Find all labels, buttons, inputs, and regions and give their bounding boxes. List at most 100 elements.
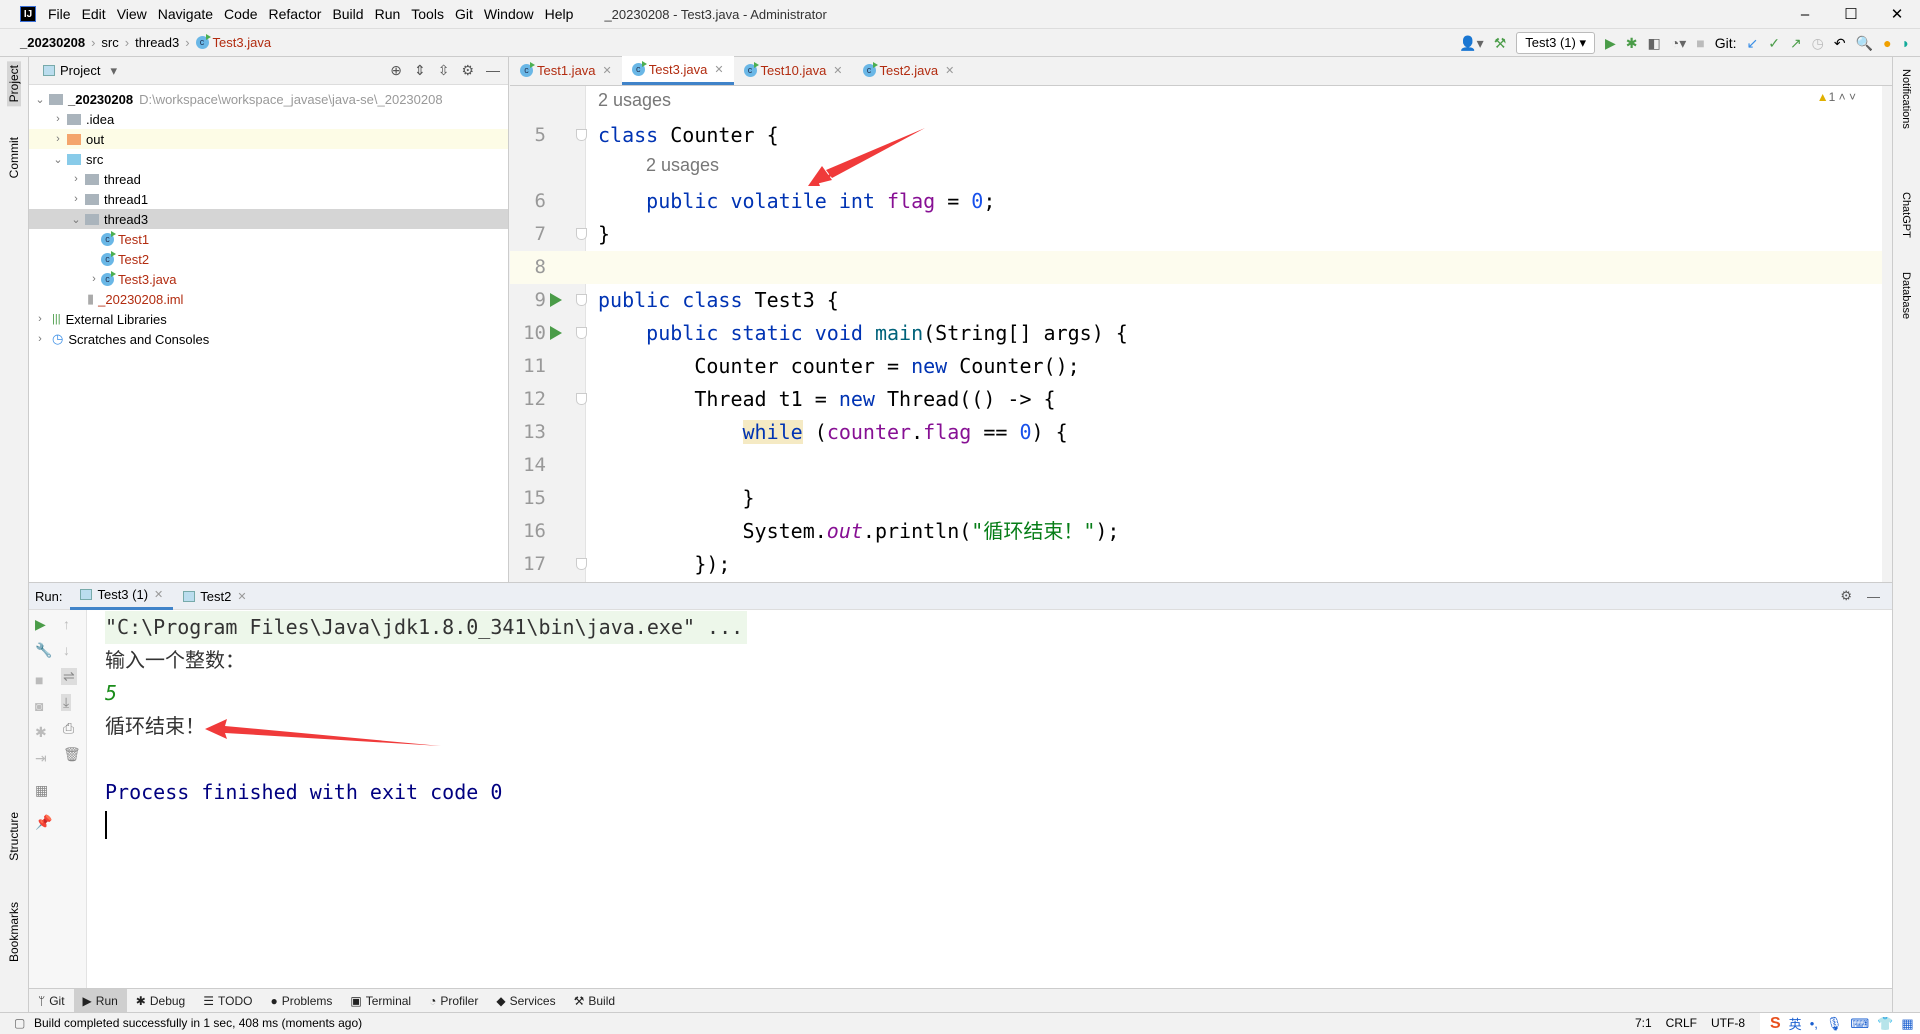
update-icon[interactable]: ●	[1883, 35, 1891, 51]
chevron-icon[interactable]: ⌄	[69, 213, 83, 226]
run-icon[interactable]: ▶	[1605, 35, 1616, 52]
menu-item-build[interactable]: Build	[332, 6, 363, 22]
coverage-icon[interactable]: ◧	[1648, 35, 1661, 52]
hide-icon[interactable]: —	[486, 62, 500, 79]
bottom-tab-run[interactable]: ▶ Run	[73, 988, 127, 1013]
menu-item-run[interactable]: Run	[375, 6, 401, 22]
tree-item[interactable]: › out	[29, 129, 508, 149]
chevron-icon[interactable]: ›	[51, 113, 65, 125]
chevron-icon[interactable]: ›	[69, 173, 83, 185]
chevron-icon[interactable]: ›	[69, 193, 83, 205]
pin-icon[interactable]: 📌	[35, 814, 52, 831]
punctuation-icon[interactable]: •,	[1810, 1016, 1818, 1031]
mic-icon[interactable]: 🎙	[1826, 1016, 1843, 1032]
chevron-icon[interactable]: ⌄	[51, 153, 65, 166]
tab-test2-java[interactable]: c Test2.java ✕	[853, 56, 965, 85]
bottom-tab-git[interactable]: ᛘ Git	[29, 989, 74, 1013]
breadcrumb-project[interactable]: _20230208	[20, 35, 85, 50]
profile-icon[interactable]: ◔▾	[1671, 35, 1686, 52]
stripe-structure[interactable]: Structure	[7, 812, 21, 861]
run-hide-icon[interactable]: —	[1867, 589, 1880, 604]
stripe-chatgpt[interactable]: ChatGPT	[1900, 192, 1912, 238]
user-icon[interactable]: 👤▾	[1459, 35, 1483, 52]
tree-item[interactable]: c Test1	[29, 229, 508, 249]
minimize-button[interactable]: –	[1782, 0, 1828, 28]
stripe-project[interactable]: Project	[7, 61, 21, 107]
close-icon[interactable]: ✕	[945, 64, 954, 77]
stripe-notifications[interactable]: Notifications	[1900, 69, 1912, 129]
git-push-icon[interactable]: ↗	[1790, 35, 1802, 52]
ime-language[interactable]: 英	[1789, 1014, 1802, 1033]
stripe-database[interactable]: Database	[1900, 272, 1912, 319]
console-caret[interactable]	[105, 811, 107, 839]
chevron-icon[interactable]: ›	[33, 313, 47, 325]
tree-item[interactable]: › c Test3.java	[29, 269, 508, 289]
menu-item-refactor[interactable]: Refactor	[269, 6, 322, 22]
menu-item-file[interactable]: File	[48, 6, 71, 22]
build-hammer-icon[interactable]: ⚒	[1494, 35, 1507, 52]
skin-icon[interactable]: 👕	[1877, 1016, 1893, 1032]
layout-icon[interactable]: ▦	[35, 782, 48, 799]
chevron-icon[interactable]: ⌄	[33, 93, 47, 106]
tab-test3-java[interactable]: c Test3.java ✕	[621, 56, 734, 85]
menu-item-code[interactable]: Code	[224, 6, 257, 22]
tree-item[interactable]: › ◷ Scratches and Consoles	[29, 329, 508, 349]
bottom-tab-services[interactable]: ◆ Services	[487, 989, 564, 1013]
line-separator[interactable]: CRLF	[1666, 1016, 1697, 1030]
tree-item[interactable]: ▮ _20230208.iml	[29, 289, 508, 309]
stripe-commit[interactable]: Commit	[7, 137, 21, 178]
menu-item-view[interactable]: View	[117, 6, 147, 22]
tree-item[interactable]: ⌄ src	[29, 149, 508, 169]
status-message[interactable]: Build completed successfully in 1 sec, 4…	[34, 1016, 362, 1030]
chevron-icon[interactable]: ›	[87, 273, 101, 285]
apps-icon[interactable]: ▦	[1901, 1016, 1913, 1032]
tab-test1-java[interactable]: c Test1.java ✕	[510, 56, 622, 85]
chevron-icon[interactable]: ›	[33, 333, 47, 345]
close-icon[interactable]: ✕	[603, 64, 612, 77]
history-icon[interactable]: ◷	[1812, 35, 1824, 52]
menu-item-git[interactable]: Git	[455, 6, 473, 22]
search-icon[interactable]: 🔍	[1856, 35, 1873, 52]
breadcrumb-file[interactable]: Test3.java	[213, 35, 272, 50]
plugin-icon[interactable]: ◗	[1902, 35, 1910, 51]
project-panel-title[interactable]: Project	[60, 63, 100, 78]
git-commit-icon[interactable]: ✓	[1768, 35, 1780, 52]
stripe-bookmarks[interactable]: Bookmarks	[7, 902, 21, 962]
bottom-tab-profiler[interactable]: ◔ Profiler	[420, 989, 487, 1013]
gear-icon[interactable]: ⚙	[461, 62, 474, 79]
code-editor[interactable]: ▲1 ˄ ˅ 2 usages 5 class Counter {2 usages…	[510, 86, 1882, 582]
menu-item-navigate[interactable]: Navigate	[158, 6, 213, 22]
locate-icon[interactable]: ⊕	[390, 62, 402, 79]
breadcrumb-src[interactable]: src	[101, 35, 118, 50]
menu-item-edit[interactable]: Edit	[82, 6, 106, 22]
run-settings-icon[interactable]: ⚙	[1840, 588, 1852, 604]
caret-position[interactable]: 7:1	[1635, 1016, 1652, 1030]
close-button[interactable]: ✕	[1874, 0, 1920, 28]
close-icon[interactable]: ✕	[714, 63, 723, 76]
tree-item[interactable]: ⌄ thread3	[29, 209, 508, 229]
menu-item-window[interactable]: Window	[484, 6, 534, 22]
bottom-tab-problems[interactable]: ● Problems	[261, 989, 341, 1013]
menu-item-help[interactable]: Help	[545, 6, 574, 22]
bottom-tab-build[interactable]: ⚒ Build	[565, 989, 624, 1013]
tree-item[interactable]: › thread1	[29, 189, 508, 209]
bottom-tab-debug[interactable]: ✱ Debug	[127, 989, 194, 1013]
run-config-select[interactable]: Test3 (1) ▾	[1516, 32, 1595, 54]
close-icon[interactable]: ✕	[833, 64, 842, 77]
status-toggle-icon[interactable]: ▢	[14, 1016, 25, 1030]
tree-item[interactable]: › .idea	[29, 109, 508, 129]
bottom-tab-todo[interactable]: ☰ TODO	[194, 989, 261, 1013]
chevron-icon[interactable]: ›	[51, 133, 65, 145]
tree-item[interactable]: › ||| External Libraries	[29, 309, 508, 329]
keyboard-icon[interactable]: ⌨	[1850, 1016, 1869, 1032]
bottom-tab-terminal[interactable]: ▣ Terminal	[341, 989, 420, 1013]
file-encoding[interactable]: UTF-8	[1711, 1016, 1745, 1030]
rollback-icon[interactable]: ↶	[1834, 35, 1846, 52]
sogou-icon[interactable]: S	[1770, 1015, 1781, 1033]
stop-icon[interactable]: ■	[1696, 35, 1704, 51]
breadcrumb-thread3[interactable]: thread3	[135, 35, 179, 50]
menu-item-tools[interactable]: Tools	[411, 6, 444, 22]
debug-icon[interactable]: ✱	[1626, 35, 1638, 52]
tree-item[interactable]: › thread	[29, 169, 508, 189]
collapse-all-icon[interactable]: ⇳	[438, 62, 450, 79]
